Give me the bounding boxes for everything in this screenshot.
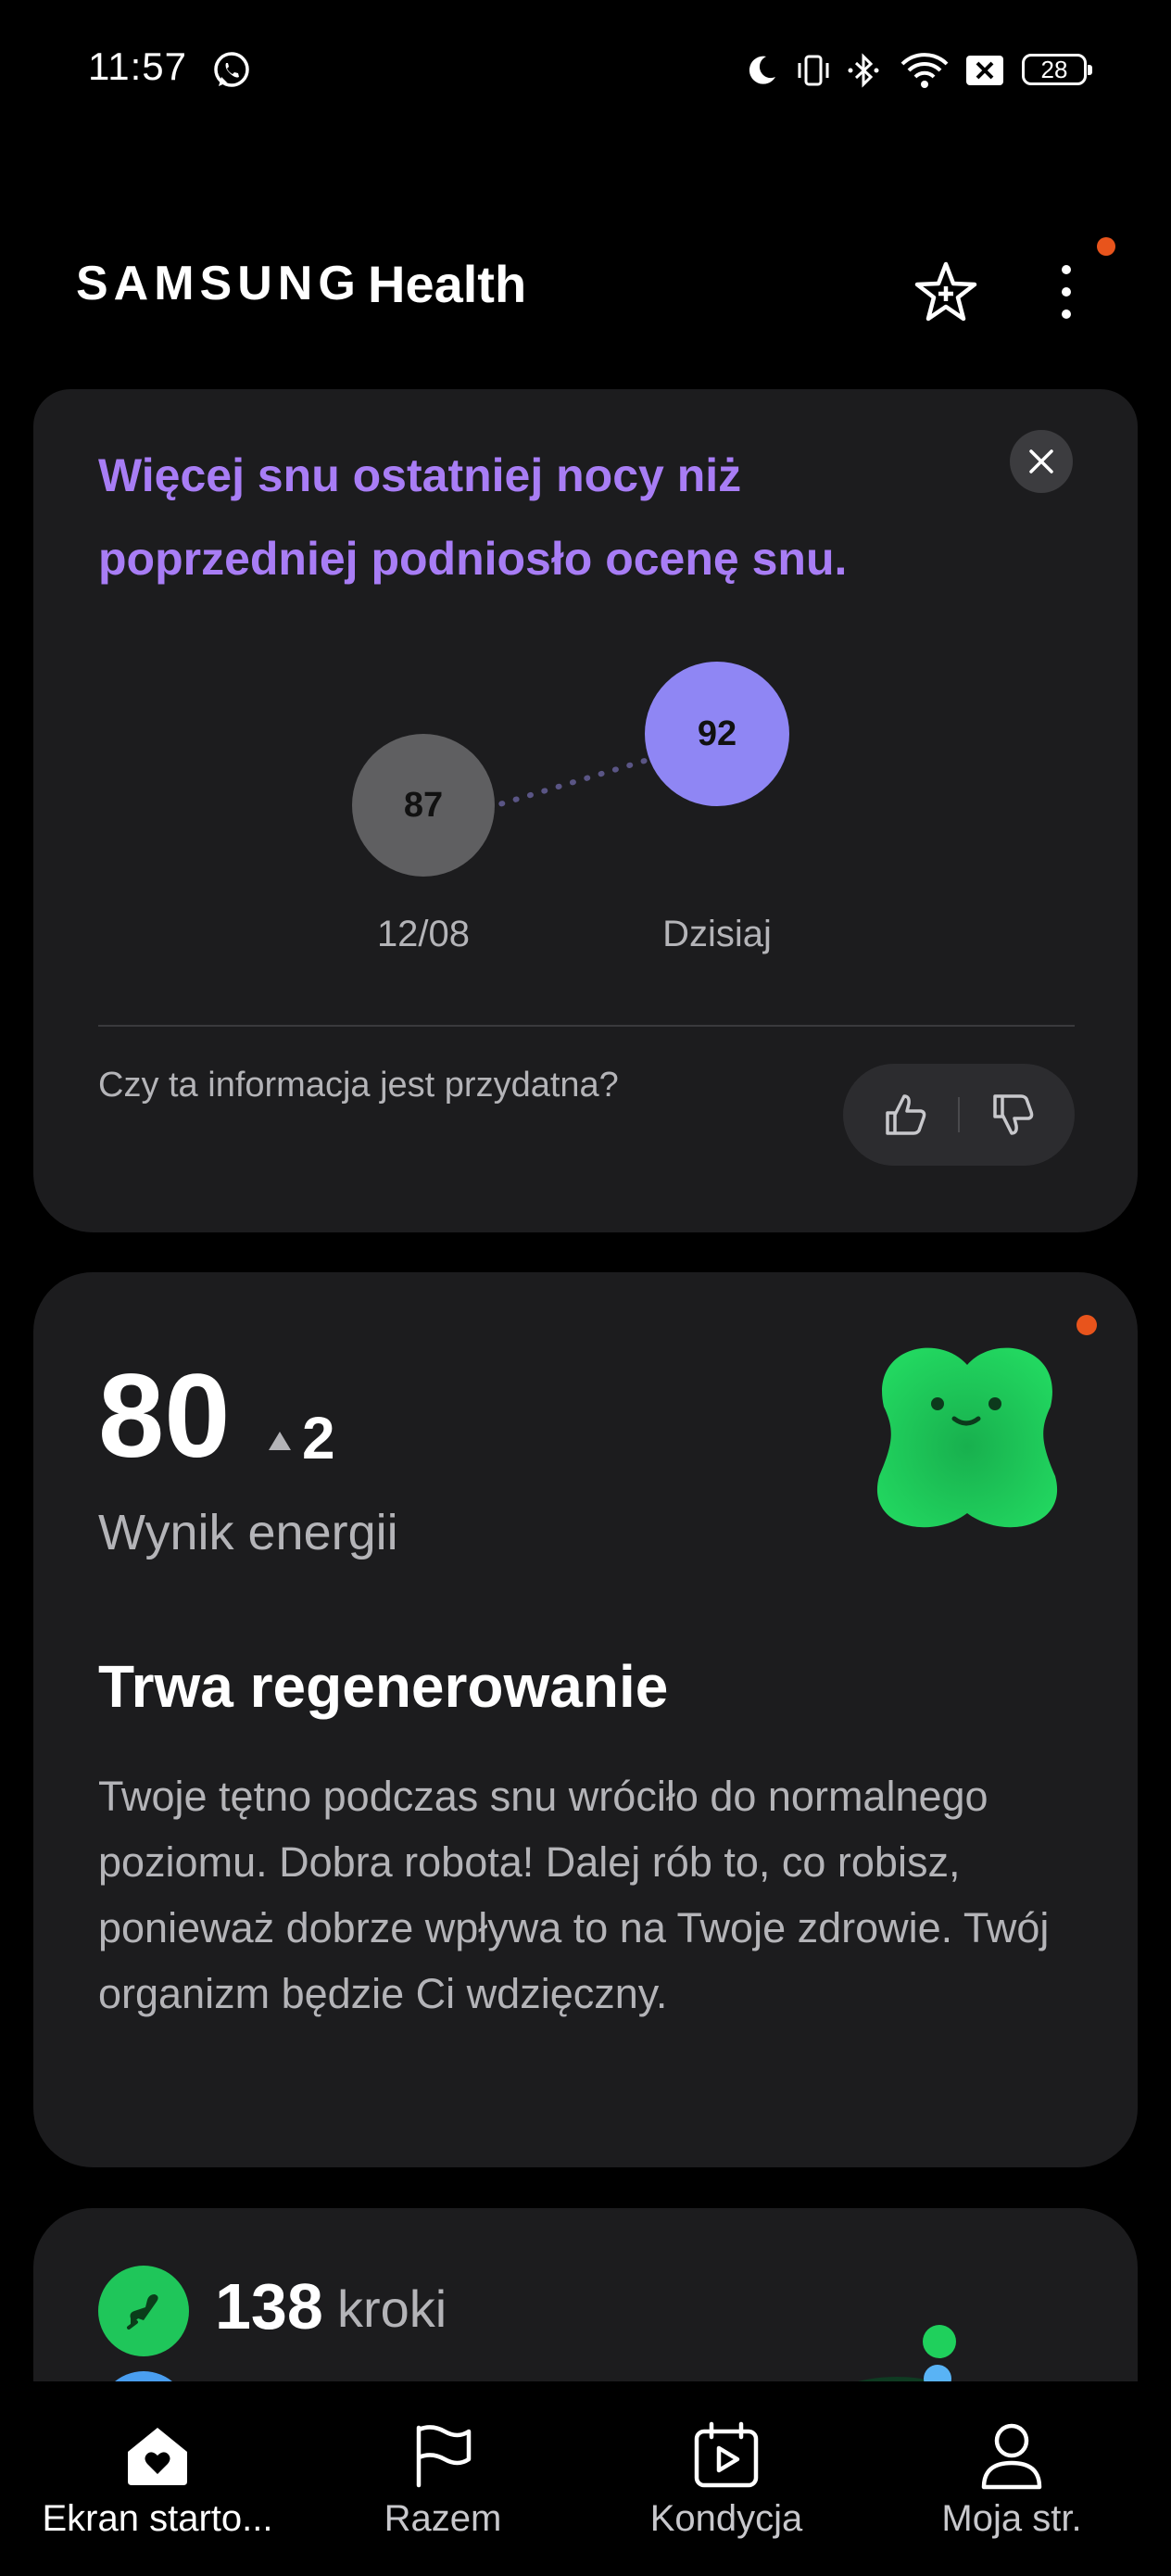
- sleep-trend-connector: [487, 755, 657, 811]
- nav-my-page[interactable]: Moja str.: [865, 2381, 1158, 2576]
- brand-product: Health: [368, 255, 527, 313]
- home-heart-icon: [11, 2418, 304, 2493]
- star-add-icon[interactable]: [904, 250, 988, 334]
- flag-icon: [296, 2418, 589, 2493]
- sleep-insight-card[interactable]: Więcej snu ostatniej nocy niż poprzednie…: [33, 389, 1138, 1232]
- energy-score-delta: 2: [302, 1405, 335, 1471]
- bottom-navigation: Ekran starto... Razem Kondycja Moja str.: [0, 2381, 1171, 2576]
- person-icon: [865, 2418, 1158, 2493]
- moon-icon: [741, 50, 782, 91]
- steps-icon: [98, 2266, 189, 2356]
- sleep-score-previous: 87: [352, 734, 495, 877]
- energy-score-card[interactable]: 80 2 Wynik energii Trwa regenerowanie Tw…: [33, 1272, 1138, 2167]
- feedback-question: Czy ta informacja jest przydatna?: [98, 1066, 619, 1105]
- battery-icon: 28: [1022, 54, 1092, 85]
- close-icon[interactable]: [1010, 430, 1073, 493]
- thumbs-down-icon[interactable]: [958, 1064, 1069, 1166]
- energy-description: Twoje tętno podczas snu wróciło do norma…: [98, 1773, 1050, 2017]
- energy-score-value: 80: [98, 1350, 231, 1483]
- calendar-play-icon: [580, 2418, 873, 2493]
- divider: [98, 1025, 1075, 1027]
- sleep-date-previous: 12/08: [376, 914, 471, 954]
- nav-label: Ekran starto...: [42, 2498, 273, 2539]
- nav-label: Razem: [384, 2498, 502, 2539]
- steps-value: 138: [215, 2270, 323, 2342]
- steps-unit: kroki: [337, 2279, 447, 2338]
- sleep-date-current: Dzisiaj: [662, 914, 772, 954]
- notification-dot: [1077, 1315, 1097, 1335]
- thumbs-up-icon[interactable]: [850, 1064, 962, 1166]
- brand-logo: SAMSUNG: [76, 257, 361, 310]
- bluetooth-icon: [843, 50, 884, 91]
- whatsapp-icon: [209, 50, 254, 91]
- trend-up-icon: [269, 1432, 291, 1450]
- vibrate-icon: [793, 50, 834, 91]
- feedback-pill: [843, 1064, 1075, 1166]
- energy-heading: Trwa regenerowanie: [98, 1653, 669, 1720]
- app-header: SAMSUNG Health: [0, 232, 1171, 343]
- sleep-insight-title: Więcej snu ostatniej nocy niż poprzednie…: [98, 449, 848, 585]
- more-vertical-icon[interactable]: [1034, 250, 1099, 334]
- nav-home[interactable]: Ekran starto...: [11, 2381, 304, 2576]
- status-bar: 11:57 28: [0, 0, 1171, 139]
- nav-fitness[interactable]: Kondycja: [580, 2381, 873, 2576]
- nav-label: Moja str.: [941, 2498, 1082, 2539]
- screen: 11:57 28 SAMSUNG Health Więcej snu ostat…: [0, 0, 1171, 2576]
- sleep-score-current: 92: [645, 662, 789, 806]
- no-sim-icon: [963, 50, 1006, 91]
- energy-mascot-icon: [876, 1347, 1058, 1528]
- energy-score-label: Wynik energii: [98, 1505, 398, 1560]
- notification-dot: [1097, 237, 1115, 256]
- nav-together[interactable]: Razem: [296, 2381, 589, 2576]
- status-time: 11:57: [88, 44, 187, 88]
- wifi-icon: [899, 50, 951, 91]
- nav-label: Kondycja: [649, 2498, 803, 2539]
